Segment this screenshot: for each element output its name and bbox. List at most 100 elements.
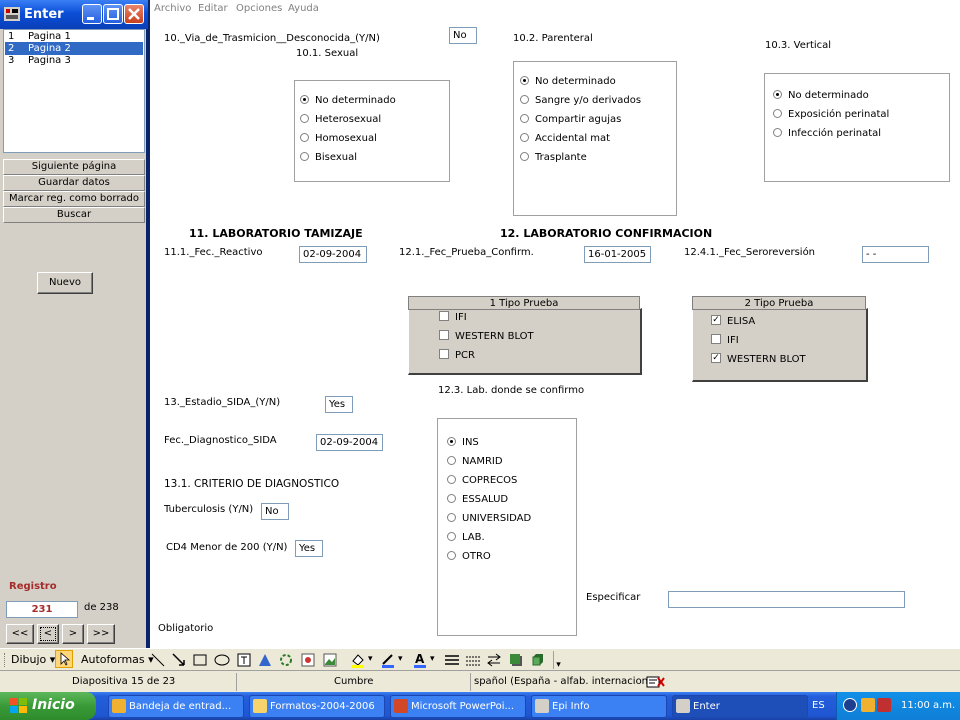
enter-titlebar[interactable]: Enter [0, 0, 148, 29]
page-list-item-3[interactable]: 3 Pagina 3 [5, 54, 143, 67]
tipo1-pcr-checkbox[interactable]: PCR [439, 349, 475, 361]
fill-color-icon[interactable] [350, 652, 366, 668]
shadow-style-icon[interactable] [508, 652, 524, 668]
font-color-dropdown-icon[interactable]: ▾ [430, 654, 435, 664]
font-color-icon[interactable]: A [412, 652, 428, 668]
lab-option-lab[interactable]: LAB. [447, 531, 485, 543]
previous-record-button[interactable]: < [37, 624, 59, 644]
q10-2-option-no-determinado[interactable]: No determinado [520, 75, 616, 87]
start-button[interactable]: Inicio [0, 692, 96, 720]
toolbar-options-chevron[interactable]: ▾ [553, 651, 563, 670]
tipo-prueba-1-title: 1 Tipo Prueba [408, 296, 640, 310]
q12-1-input[interactable]: 16-01-2005 [584, 246, 651, 263]
tray-outlook-icon[interactable] [861, 698, 875, 712]
tipo2-western-blot-checkbox[interactable]: ✓ WESTERN BLOT [711, 353, 806, 365]
arrow-style-icon[interactable] [486, 652, 502, 668]
mark-deleted-button[interactable]: Marcar reg. como borrado [3, 191, 145, 207]
tipo1-western-blot-checkbox[interactable]: WESTERN BLOT [439, 330, 534, 342]
radio-icon [520, 94, 529, 104]
q10-2-radio-group: No determinado Sangre y/o derivados Comp… [513, 61, 677, 216]
q10-3-option-exposicion[interactable]: Exposición perinatal [773, 108, 889, 120]
minimize-button[interactable] [82, 4, 102, 24]
q10-2-option-accidental[interactable]: Accidental mat [520, 132, 610, 144]
oval-tool-icon[interactable] [213, 652, 231, 668]
cd4-input[interactable]: Yes [295, 540, 323, 557]
q12-3-label: 12.3. Lab. donde se confirmo [438, 385, 585, 396]
q10-2-option-sangre[interactable]: Sangre y/o derivados [520, 94, 641, 106]
line-style-icon[interactable] [444, 652, 460, 668]
autoshapes-menu-button[interactable]: Autoformas ▾ [81, 653, 154, 666]
line-color-dropdown-icon[interactable]: ▾ [398, 654, 403, 664]
save-data-button[interactable]: Guardar datos [3, 175, 145, 191]
clipart-icon[interactable] [300, 652, 316, 668]
wordart-icon[interactable] [257, 652, 273, 668]
tipo2-elisa-checkbox[interactable]: ✓ ELISA [711, 315, 755, 327]
q10-input[interactable]: No [449, 27, 477, 44]
fill-color-dropdown-icon[interactable]: ▾ [368, 654, 373, 664]
diagram-icon[interactable] [278, 652, 294, 668]
tipo2-ifi-checkbox[interactable]: IFI [711, 334, 739, 346]
draw-menu-button[interactable]: Dibujo ▾ [11, 653, 55, 666]
checkbox-icon [439, 330, 449, 340]
lab-option-otro[interactable]: OTRO [447, 550, 491, 562]
section-12-header: 12. LABORATORIO CONFIRMACION [500, 227, 713, 240]
spellcheck-icon[interactable] [646, 674, 666, 690]
maximize-button[interactable] [103, 4, 123, 24]
task-folder[interactable]: Formatos-2004-2006 [249, 695, 385, 718]
tipo1-ifi-checkbox[interactable]: IFI [439, 311, 467, 323]
q10-3-option-no-determinado[interactable]: No determinado [773, 89, 869, 101]
close-button[interactable] [124, 4, 144, 24]
insert-picture-icon[interactable] [322, 652, 338, 668]
task-powerpoint[interactable]: Microsoft PowerPoi... [390, 695, 526, 718]
menu-editar[interactable]: Editar [198, 3, 228, 14]
search-button[interactable]: Buscar [3, 207, 145, 223]
menu-opciones[interactable]: Opciones [236, 3, 282, 14]
line-color-icon[interactable] [380, 652, 396, 668]
q10-2-option-compartir-agujas[interactable]: Compartir agujas [520, 113, 621, 125]
line-tool-icon[interactable] [150, 652, 166, 668]
language-indicator[interactable]: ES [812, 700, 825, 711]
3d-style-icon[interactable] [530, 652, 546, 668]
dash-style-icon[interactable] [465, 652, 481, 668]
lab-option-essalud[interactable]: ESSALUD [447, 493, 508, 505]
next-page-button[interactable]: Siguiente página [3, 159, 145, 175]
q10-1-option-no-determinado[interactable]: No determinado [300, 94, 396, 106]
tray-expand-icon[interactable] [843, 698, 857, 712]
first-record-button[interactable]: << [6, 624, 34, 644]
select-pointer-button[interactable] [55, 650, 73, 668]
arrow-tool-icon[interactable] [171, 652, 187, 668]
record-number-input[interactable]: 231 [6, 601, 78, 618]
menu-archivo[interactable]: Archivo [154, 3, 191, 14]
next-record-button[interactable]: > [62, 624, 84, 644]
menu-ayuda[interactable]: Ayuda [288, 3, 319, 14]
page-list[interactable]: 1 Pagina 1 2 Pagina 2 3 Pagina 3 [3, 29, 145, 153]
rectangle-tool-icon[interactable] [192, 652, 208, 668]
q13-input[interactable]: Yes [325, 396, 353, 413]
lab-option-universidad[interactable]: UNIVERSIDAD [447, 512, 531, 524]
radio-selected-icon [447, 436, 456, 446]
q12-1-label: 12.1._Fec_Prueba_Confirm. [399, 247, 534, 258]
task-enter[interactable]: Enter [672, 695, 808, 718]
drawing-toolbar: Dibujo ▾ Autoformas ▾ ▾ ▾ A ▾ ▾ [0, 648, 960, 670]
tuberculosis-input[interactable]: No [261, 503, 289, 520]
especificar-input[interactable] [668, 591, 905, 608]
textbox-tool-icon[interactable] [236, 652, 252, 668]
lab-option-namrid[interactable]: NAMRID [447, 455, 503, 467]
lab-option-ins[interactable]: INS [447, 436, 479, 448]
q10-2-option-trasplante[interactable]: Trasplante [520, 151, 587, 163]
status-separator [470, 673, 471, 691]
tray-security-icon[interactable] [877, 698, 891, 712]
new-record-button[interactable]: Nuevo [37, 272, 93, 294]
lab-option-coprecos[interactable]: COPRECOS [447, 474, 517, 486]
fec-diagnostico-input[interactable]: 02-09-2004 [316, 434, 383, 451]
enter-window-title: Enter [24, 7, 64, 22]
task-outlook[interactable]: Bandeja de entrad... [108, 695, 244, 718]
q10-1-option-homosexual[interactable]: Homosexual [300, 132, 377, 144]
last-record-button[interactable]: >> [87, 624, 115, 644]
q10-1-option-heterosexual[interactable]: Heterosexual [300, 113, 381, 125]
q12-4-1-input[interactable]: - - [862, 246, 929, 263]
q10-3-option-infeccion[interactable]: Infección perinatal [773, 127, 881, 139]
task-epi-info[interactable]: Epi Info [531, 695, 667, 718]
q11-1-input[interactable]: 02-09-2004 [299, 246, 367, 263]
q10-1-option-bisexual[interactable]: Bisexual [300, 151, 357, 163]
